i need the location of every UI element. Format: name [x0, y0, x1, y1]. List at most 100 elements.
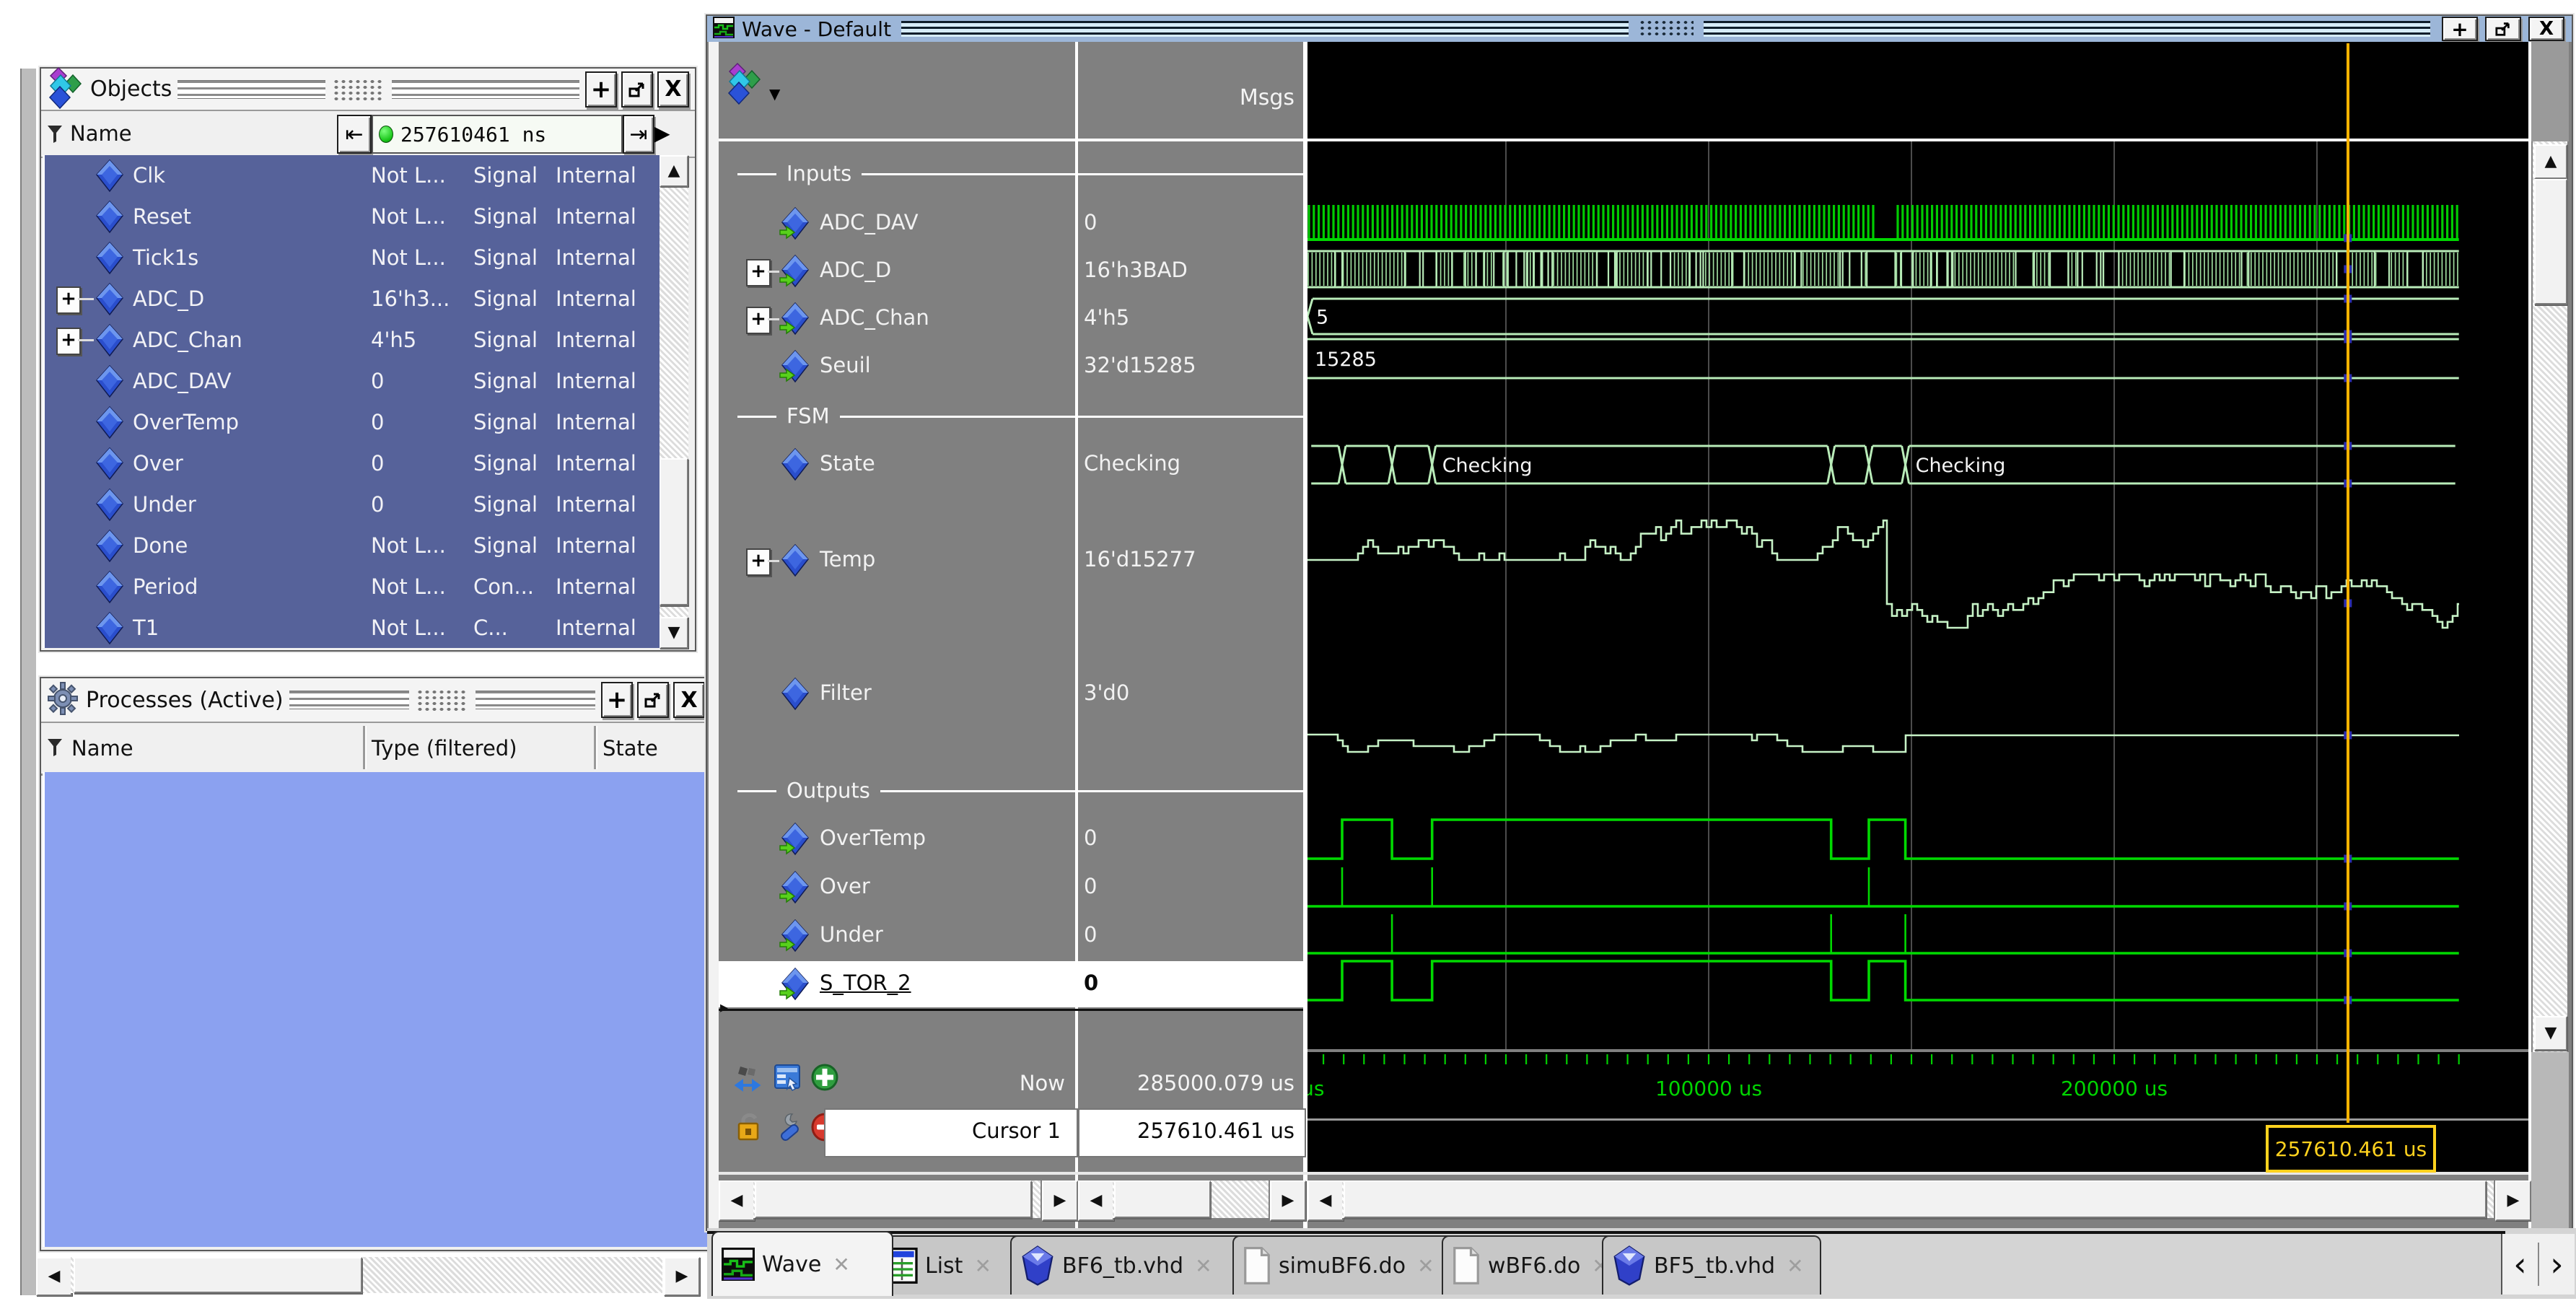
scrollbar-thumb[interactable] [660, 458, 688, 605]
scrollbar-track[interactable] [1342, 1181, 2494, 1218]
tab-close-icon[interactable]: ✕ [1787, 1254, 1803, 1278]
wave-name-column[interactable] [719, 42, 1075, 1052]
scroll-left-button[interactable]: ◀ [1307, 1181, 1344, 1221]
objects-name-header[interactable]: Name [70, 121, 132, 146]
tab-List[interactable]: List ✕ [876, 1235, 1028, 1295]
cursor-properties-icon[interactable] [772, 1111, 802, 1143]
column-separator[interactable] [594, 726, 596, 769]
processes-body[interactable] [43, 772, 711, 1247]
add-button[interactable]: + [2442, 17, 2478, 41]
objects-row-Over[interactable]: Over 0 Signal Internal [45, 443, 660, 484]
objects-list[interactable]: Clk Not L... Signal Internal Reset Not L... S… [43, 155, 660, 648]
scrollbar-track[interactable]: ▲ ▼ [2533, 141, 2567, 1052]
undock-button[interactable] [621, 71, 653, 108]
drag-grip[interactable] [1703, 21, 2430, 37]
scrollbar-thumb[interactable] [755, 1181, 1032, 1218]
filter-funnel-icon[interactable] [47, 737, 64, 758]
tab-close-icon[interactable]: ✕ [1417, 1254, 1434, 1278]
objects-row-Period[interactable]: Period Not L... Con... Internal [45, 566, 660, 608]
dropdown-arrow-icon[interactable]: ▼ [769, 85, 780, 102]
tab-close-icon[interactable]: ✕ [1195, 1254, 1212, 1278]
timeline-ruler-canvas[interactable]: 0 us 100000 us 200000 us [1307, 1052, 2528, 1118]
msgs-header[interactable]: Msgs [1078, 85, 1294, 110]
add-button[interactable]: + [585, 71, 617, 108]
scrollbar-track[interactable] [71, 1257, 662, 1293]
scroll-up-button[interactable]: ▲ [2534, 144, 2567, 179]
drag-grip[interactable] [392, 79, 579, 99]
scroll-right-button[interactable]: ▶ [1270, 1181, 1306, 1221]
close-button[interactable]: X [673, 682, 706, 718]
scroll-left-button[interactable]: ◀ [36, 1257, 72, 1296]
objects-row-Under[interactable]: Under 0 Signal Internal [45, 484, 660, 525]
wave-titlebar[interactable]: Wave - Default + X [707, 16, 2572, 42]
objects-row-Clk[interactable]: Clk Not L... Signal Internal [45, 155, 660, 196]
mdi-hscrollbar[interactable]: ◀ ▶ [36, 1257, 700, 1296]
wave-value-column[interactable] [1078, 42, 1303, 1052]
scrollbar-thumb[interactable] [74, 1257, 362, 1293]
lock-cursor-icon[interactable] [735, 1111, 765, 1143]
close-button[interactable]: X [2528, 17, 2564, 41]
objects-row-T1[interactable]: T1 Not L... C... Internal [45, 608, 660, 648]
value-hscrollbar[interactable]: ◀ ▶ [1078, 1179, 1306, 1222]
objects-row-ADC_Chan[interactable]: + ADC_Chan 4'h5 Signal Internal [45, 320, 660, 361]
processes-col-state[interactable]: State [603, 736, 658, 761]
scroll-down-button[interactable]: ▼ [660, 617, 688, 649]
waveform-canvas[interactable]: 5 15285 Checking Checking [1307, 141, 2528, 1049]
add-button[interactable]: + [601, 682, 634, 718]
objects-row-Done[interactable]: Done Not L... Signal Internal [45, 525, 660, 566]
column-separator[interactable] [363, 726, 365, 769]
objects-row-ADC_DAV[interactable]: ADC_DAV 0 Signal Internal [45, 361, 660, 402]
objects-row-Reset[interactable]: Reset Not L... Signal Internal [45, 196, 660, 237]
tabs-scroll-right-icon[interactable]: › [2539, 1245, 2575, 1284]
scroll-right-button[interactable]: ▶ [2495, 1181, 2531, 1221]
tab-wBF6.do[interactable]: wBF6.do ✕ [1442, 1235, 1619, 1295]
wave-edit-toolbar[interactable] [735, 1062, 840, 1092]
undock-button[interactable] [637, 682, 670, 718]
drag-grip-dots[interactable] [1638, 19, 1694, 38]
tab-Wave[interactable]: Wave ✕ [711, 1231, 893, 1296]
select-window-icon[interactable] [772, 1062, 802, 1092]
close-button[interactable]: X [657, 71, 689, 108]
tab-BF5_tb.vhd[interactable]: BF5_tb.vhd ✕ [1602, 1235, 1821, 1295]
drag-grip-dots[interactable] [416, 689, 468, 711]
prev-edge-button[interactable]: ⇤ [337, 115, 372, 154]
drag-grip[interactable] [901, 21, 1629, 37]
expand-toggle[interactable]: + [56, 328, 81, 355]
scroll-right-button[interactable]: ▶ [1042, 1181, 1078, 1221]
drag-grip-dots[interactable] [333, 78, 385, 100]
name-hscrollbar[interactable]: ◀ ▶ [719, 1179, 1078, 1222]
next-edge-button[interactable]: ⇥ [623, 115, 654, 154]
tab-simuBF6.do[interactable]: simuBF6.do ✕ [1232, 1235, 1459, 1295]
scroll-down-button[interactable]: ▼ [2534, 1016, 2567, 1051]
objects-vscrollbar[interactable]: ▲ ▼ [660, 155, 688, 649]
cursor-time-box[interactable]: 257610.461 us [2266, 1125, 2436, 1173]
scroll-up-button[interactable]: ▲ [660, 155, 688, 187]
scrollbar-track[interactable] [1113, 1181, 1269, 1218]
undock-button[interactable] [2485, 17, 2521, 41]
processes-titlebar[interactable]: Processes (Active) + X [41, 678, 711, 722]
drag-grip[interactable] [178, 79, 326, 99]
objects-titlebar[interactable]: Objects + X [41, 66, 695, 110]
expand-header-arrow[interactable]: ▶ [654, 121, 670, 145]
expand-toggle[interactable]: + [56, 286, 81, 314]
objects-row-Tick1s[interactable]: Tick1s Not L... Signal Internal [45, 237, 660, 279]
scroll-right-button[interactable]: ▶ [664, 1257, 700, 1296]
scroll-left-button[interactable]: ◀ [1078, 1181, 1114, 1221]
objects-row-ADC_D[interactable]: + ADC_D 16'h3... Signal Internal [45, 279, 660, 320]
tab-close-icon[interactable]: ✕ [974, 1254, 991, 1278]
tab-scroll-buttons[interactable]: ‹ › [2501, 1234, 2575, 1295]
filter-funnel-icon[interactable] [47, 124, 64, 144]
time-header-box[interactable]: 257610461 ns [372, 115, 623, 154]
drag-grip[interactable] [475, 691, 596, 709]
scrollbar-track[interactable] [753, 1181, 1041, 1218]
wave-vscrollbar[interactable]: ▲ ▼ [2531, 42, 2569, 1228]
cursor-value[interactable]: 257610.461 us [1078, 1118, 1294, 1143]
processes-col-name[interactable]: Name [71, 736, 133, 761]
drag-grip[interactable] [289, 691, 409, 709]
canvas-hscrollbar[interactable]: ◀ ▶ [1307, 1179, 2531, 1222]
objects-row-OverTemp[interactable]: OverTemp 0 Signal Internal [45, 402, 660, 443]
wave-signal-group-icon[interactable] [726, 62, 762, 108]
scroll-left-button[interactable]: ◀ [719, 1181, 755, 1221]
tabs-scroll-left-icon[interactable]: ‹ [2502, 1245, 2538, 1284]
tab-close-icon[interactable]: ✕ [833, 1253, 849, 1276]
